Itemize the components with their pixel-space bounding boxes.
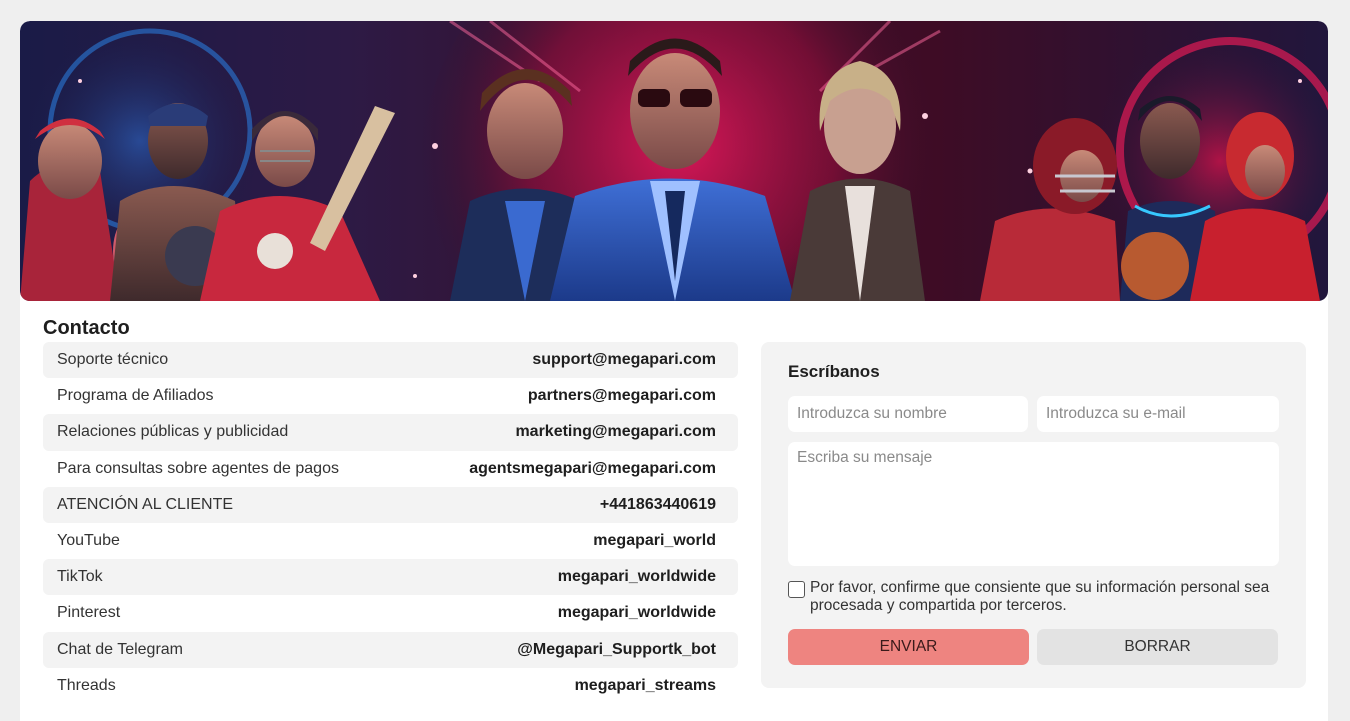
contact-value[interactable]: megapari_worldwide <box>558 604 716 622</box>
contact-form: Escríbanos Por favor, confirme que consi… <box>761 342 1306 688</box>
name-input[interactable] <box>788 396 1028 432</box>
contact-label: Para consultas sobre agentes de pagos <box>57 459 339 477</box>
contact-label: Threads <box>57 676 116 694</box>
contact-row: Pinterest megapari_worldwide <box>43 595 738 631</box>
contact-label: Programa de Afiliados <box>57 387 214 405</box>
contact-label: Pinterest <box>57 604 121 622</box>
clear-button[interactable]: BORRAR <box>1037 629 1278 665</box>
email-input[interactable] <box>1037 396 1279 432</box>
contact-page: Contacto Soporte técnico support@megapari… <box>20 21 1328 721</box>
contact-label: YouTube <box>57 532 120 550</box>
contact-value[interactable]: support@megapari.com <box>532 351 716 369</box>
contact-row: Chat de Telegram @Megapari_Supportk_bot <box>43 631 738 668</box>
contact-row: TikTok megapari_worldwide <box>43 559 738 596</box>
contact-list: Soporte técnico support@megapari.com Progr… <box>43 342 738 704</box>
contact-value[interactable]: megapari_world <box>593 532 716 550</box>
contact-label: ATENCIÓN AL CLIENTE <box>57 495 234 513</box>
contact-row: Programa de Afiliados partners@megapari.c… <box>43 378 738 414</box>
hero-banner <box>20 21 1328 301</box>
consent-text: Por favor, confirme que consiente que su… <box>810 579 1270 614</box>
contact-label: TikTok <box>57 568 103 586</box>
contact-label: Relaciones públicas y publicidad <box>57 423 289 441</box>
contact-row: Soporte técnico support@megapari.com <box>43 342 738 379</box>
contact-value[interactable]: @Megapari_Supportk_bot <box>517 641 716 659</box>
contact-label: Chat de Telegram <box>57 640 183 658</box>
contact-label: Soporte técnico <box>57 351 169 369</box>
contact-value[interactable]: partners@megapari.com <box>528 387 716 405</box>
contact-value[interactable]: megapari_streams <box>575 677 716 695</box>
contact-row: YouTube megapari_world <box>43 523 738 559</box>
contact-row: ATENCIÓN AL CLIENTE +441863440619 <box>43 486 738 523</box>
form-title: Escríbanos <box>788 362 880 381</box>
consent-row: Por favor, confirme que consiente que su… <box>788 579 1278 615</box>
contact-row: Threads megapari_streams <box>43 668 738 704</box>
message-textarea[interactable] <box>788 442 1279 566</box>
hero-banner-illustration <box>20 21 1328 301</box>
contact-row: Relaciones públicas y publicidad marketin… <box>43 414 738 451</box>
contact-value[interactable]: agentsmegapari@megapari.com <box>469 460 716 478</box>
consent-checkbox[interactable] <box>788 581 805 598</box>
contact-value[interactable]: marketing@megapari.com <box>515 423 716 441</box>
contact-title: Contacto <box>43 317 130 339</box>
athlete-football <box>980 118 1120 301</box>
contact-value[interactable]: megapari_worldwide <box>558 568 716 586</box>
send-button[interactable]: ENVIAR <box>788 629 1029 665</box>
contact-value[interactable]: +441863440619 <box>600 496 716 514</box>
contact-row: Para consultas sobre agentes de pagos age… <box>43 451 738 487</box>
